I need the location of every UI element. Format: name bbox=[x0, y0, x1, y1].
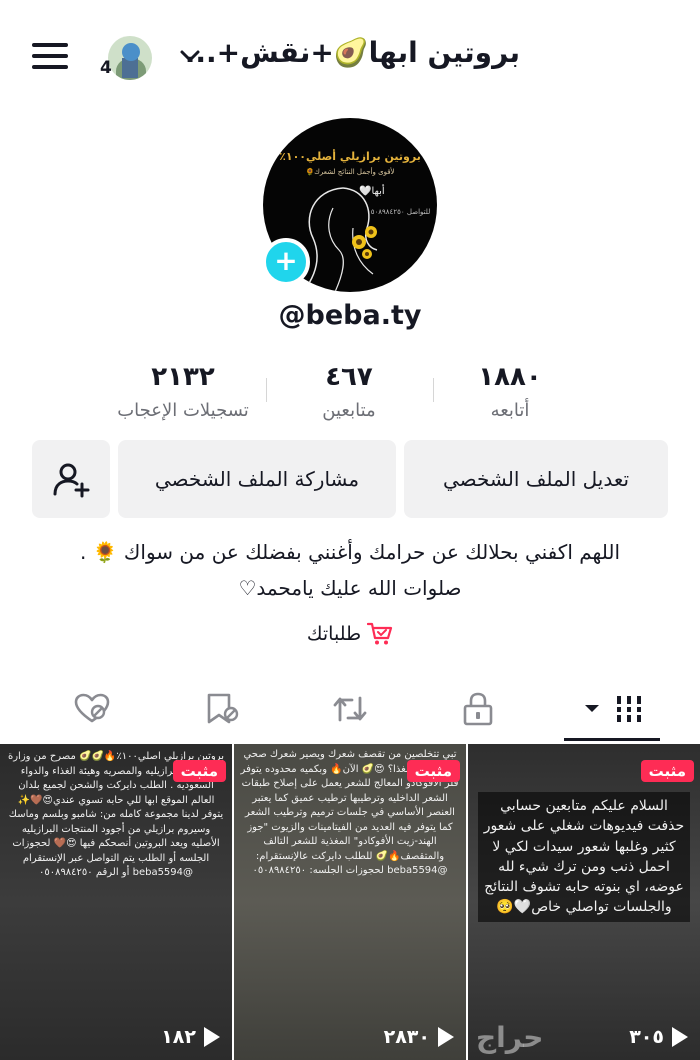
avatar-logo-title: بروتين برازيلي أصلي١٠٠٪ bbox=[279, 150, 421, 163]
view-count: ٣٠٥ bbox=[629, 1026, 688, 1048]
followers-count: ٤٦٧ bbox=[325, 362, 373, 392]
account-switcher-name[interactable]: بروتين ابها🥑+نقش+... bbox=[185, 36, 520, 69]
tab-favorites[interactable] bbox=[192, 682, 252, 736]
active-tab-indicator bbox=[564, 738, 660, 741]
stat-likes[interactable]: ٢١٣٢ تسجيلات الإعجاب bbox=[108, 362, 258, 421]
followers-label: متابعين bbox=[322, 400, 376, 421]
tab-liked[interactable] bbox=[62, 682, 122, 736]
stat-divider bbox=[433, 378, 434, 402]
share-profile-button[interactable]: مشاركة الملف الشخصي bbox=[118, 440, 396, 518]
hidden-heart-icon bbox=[74, 693, 110, 723]
stat-following[interactable]: ١٨٨٠ أتابعه bbox=[435, 362, 585, 421]
video-thumbnail[interactable]: تبي تتخلصين من تقصف شعرك ويصير شعرك صحي … bbox=[234, 744, 466, 1060]
profile-username: @beba.ty bbox=[278, 300, 422, 331]
pinned-badge: مثبت bbox=[172, 760, 226, 782]
tab-videos[interactable] bbox=[570, 682, 660, 736]
likes-count: ٢١٣٢ bbox=[151, 362, 215, 392]
video-thumbnail[interactable]: السلام عليكم متابعين حسابي حذفت فيديوهات… bbox=[468, 744, 700, 1060]
following-label: أتابعه bbox=[490, 400, 530, 421]
bio-line-1: اللهم اكفني بحلالك عن حرامك وأغنني بفضلك… bbox=[79, 540, 621, 564]
edit-profile-button[interactable]: تعديل الملف الشخصي bbox=[404, 440, 668, 518]
add-friends-button[interactable] bbox=[32, 440, 110, 518]
add-user-icon bbox=[53, 463, 90, 498]
avatar-logo-subtitle: لأقوى وأجمل النتائج لشعرك🌻 bbox=[305, 168, 395, 176]
following-count: ١٨٨٠ bbox=[478, 362, 542, 392]
lock-icon bbox=[463, 692, 493, 726]
add-story-button[interactable]: + bbox=[262, 238, 310, 286]
watermark: حراج bbox=[476, 1021, 544, 1054]
play-icon bbox=[438, 1027, 454, 1047]
pinned-badge: مثبت bbox=[406, 760, 460, 782]
tab-private[interactable] bbox=[448, 682, 508, 736]
view-count: ٢٨٣٠ bbox=[384, 1026, 454, 1048]
bio-line-2: صلوات الله عليك يامحمد♡ bbox=[238, 576, 462, 600]
pinned-badge: مثبت bbox=[640, 760, 694, 782]
grid-videos-icon bbox=[585, 696, 641, 722]
top-bar: 4 بروتين ابها🥑+نقش+... bbox=[0, 0, 700, 115]
video-thumbnail[interactable]: بروتين برازيلي اصلي١٠٠٪🔥🥑🥑 مصرح من وزارة… bbox=[0, 744, 232, 1060]
video-caption-overlay: السلام عليكم متابعين حسابي حذفت فيديوهات… bbox=[478, 792, 690, 922]
play-icon bbox=[204, 1027, 220, 1047]
stat-divider bbox=[266, 378, 267, 402]
likes-label: تسجيلات الإعجاب bbox=[117, 400, 249, 421]
mini-avatar[interactable] bbox=[108, 36, 152, 80]
cart-icon bbox=[367, 622, 393, 645]
tab-reposts[interactable] bbox=[320, 682, 380, 736]
view-count: ١٨٢ bbox=[161, 1026, 220, 1048]
hidden-bookmark-icon bbox=[207, 693, 239, 724]
repost-icon bbox=[333, 696, 367, 722]
menu-icon[interactable] bbox=[32, 43, 68, 71]
view-count-value: ٣٠٥ bbox=[629, 1026, 664, 1048]
play-icon bbox=[672, 1027, 688, 1047]
orders-link[interactable]: طلباتك bbox=[0, 622, 700, 646]
view-count-value: ١٨٢ bbox=[161, 1026, 196, 1048]
stat-followers[interactable]: ٤٦٧ متابعين bbox=[274, 362, 424, 421]
orders-label: طلباتك bbox=[306, 623, 362, 645]
view-count-value: ٢٨٣٠ bbox=[383, 1026, 430, 1048]
notification-count: 4 bbox=[100, 58, 112, 78]
